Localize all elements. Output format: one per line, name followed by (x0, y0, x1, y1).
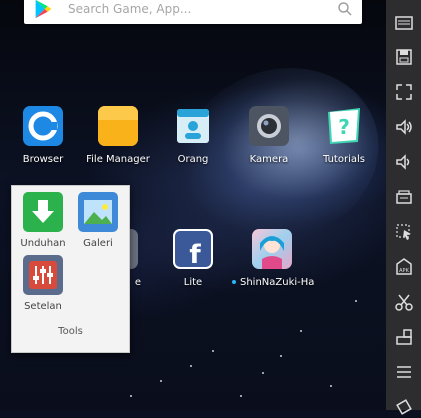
star (262, 372, 264, 374)
svg-text:f: f (189, 240, 201, 269)
app-label: Unduhan (20, 238, 66, 249)
save-icon (395, 48, 412, 65)
multi-instance-icon (395, 223, 411, 240)
folder-app-setelan[interactable]: Setelan (18, 255, 68, 312)
app-kamera[interactable]: Kamera (232, 106, 306, 165)
multi-instance-button[interactable] (391, 219, 416, 244)
star (160, 380, 162, 382)
camera-icon (249, 106, 289, 146)
app-file-manager[interactable]: File Manager (81, 106, 155, 165)
app-label: Kamera (249, 154, 289, 165)
folder-title: Tools (58, 326, 83, 337)
star (130, 395, 132, 397)
app-label: ShinNaZuki-Ha (232, 277, 315, 288)
file-manager-icon (98, 106, 138, 146)
folder-app-galeri[interactable]: Galeri (73, 192, 123, 249)
gallery-icon (78, 192, 118, 232)
search-input[interactable] (66, 1, 336, 17)
settings-icon (23, 255, 63, 295)
volume-down-button[interactable] (391, 149, 416, 174)
shake-button[interactable] (391, 393, 416, 418)
star (240, 395, 242, 397)
scissors-icon (394, 294, 413, 311)
new-app-dot (232, 280, 236, 284)
app-label: Lite (183, 277, 203, 288)
screenshot-icon (395, 189, 412, 204)
menu-icon (396, 365, 411, 378)
apk-install-button[interactable]: APK (391, 254, 416, 279)
download-icon (23, 192, 63, 232)
screenshot-button[interactable] (391, 184, 416, 209)
app-orang[interactable]: Orang (156, 106, 230, 165)
scissors-button[interactable] (391, 289, 416, 314)
volume-down-icon (395, 153, 409, 170)
apk-install-icon: APK (395, 257, 412, 275)
browser-icon (23, 106, 63, 146)
app-label: Setelan (24, 301, 62, 312)
save-button[interactable] (391, 44, 416, 69)
shake-icon (395, 398, 412, 415)
app-label: Tutorials (323, 154, 365, 165)
folder-app-unduhan[interactable]: Unduhan (18, 192, 68, 249)
star (212, 350, 214, 352)
contacts-icon (173, 106, 213, 146)
volume-up-icon (395, 118, 412, 135)
menu-button[interactable] (391, 359, 416, 384)
app-label: Galeri (83, 238, 113, 249)
app-label: File Manager (86, 154, 150, 165)
fullscreen-button[interactable] (391, 79, 416, 104)
svg-text:?: ? (338, 115, 350, 139)
app-facebook-lite[interactable]: f Lite (156, 229, 230, 288)
tools-folder-popup: Unduhan Galeri Setelan Tools (11, 185, 130, 353)
keyboard-icon (394, 15, 413, 30)
app-browser[interactable]: Browser (6, 106, 80, 165)
search-bar[interactable] (24, 0, 362, 24)
facebook-lite-icon: f (173, 229, 213, 270)
star (355, 300, 357, 302)
app-label: Browser (22, 154, 64, 165)
app-label: Orang (177, 154, 209, 165)
star (300, 330, 302, 332)
tutorials-icon: ? (324, 106, 364, 146)
svg-text:APK: APK (399, 268, 409, 274)
star (280, 355, 282, 357)
shinnazuki-game-icon (252, 229, 292, 269)
emulator-sidebar: APK (386, 0, 421, 415)
google-play-icon[interactable] (32, 0, 54, 20)
rotate-screen-icon (395, 328, 412, 345)
search-icon[interactable] (336, 0, 354, 18)
app-label-text: ShinNaZuki-Ha (240, 277, 315, 288)
star (190, 365, 192, 367)
keyboard-button[interactable] (391, 10, 416, 35)
app-shinnazuki[interactable]: ShinNaZuki-Ha (232, 229, 315, 288)
star (330, 385, 332, 387)
fullscreen-icon (395, 83, 412, 100)
app-tutorials[interactable]: ? Tutorials (307, 106, 381, 165)
rotate-screen-button[interactable] (391, 324, 416, 349)
volume-up-button[interactable] (391, 114, 416, 139)
